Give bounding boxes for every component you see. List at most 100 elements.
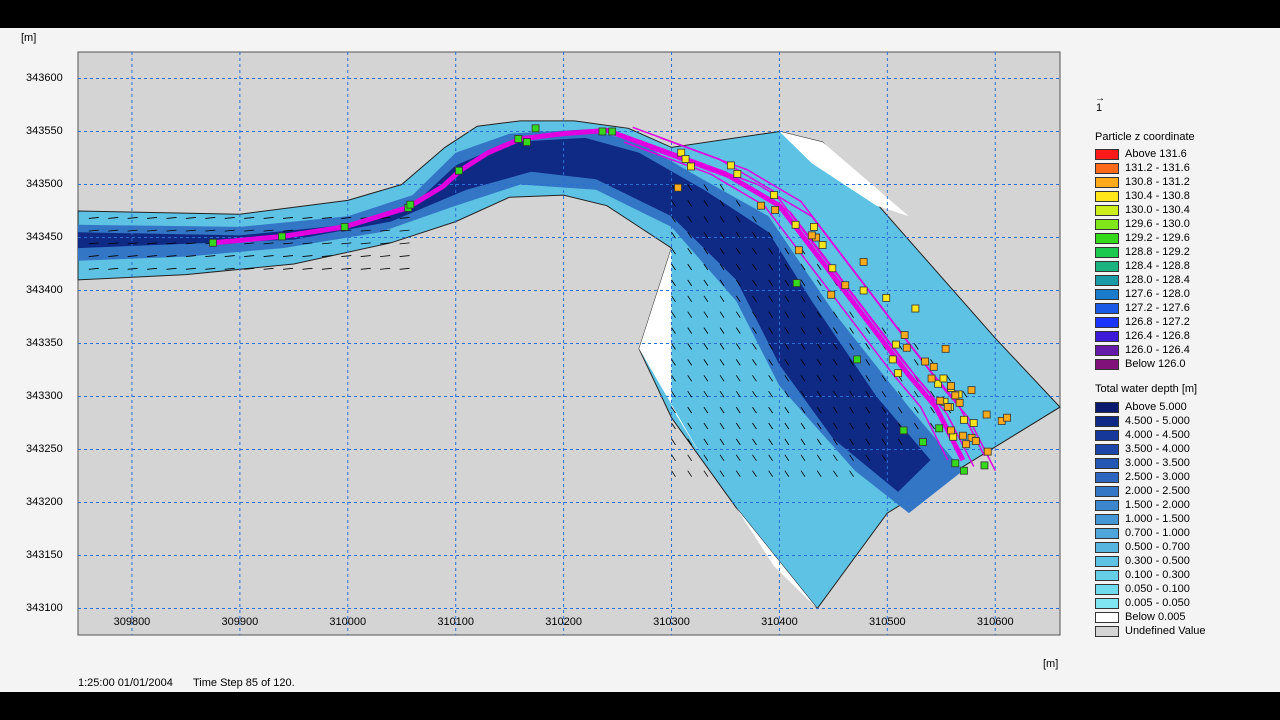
legend-label: 0.005 - 0.050 [1125,597,1190,609]
particle-orange [929,362,938,371]
legend-label: 130.0 - 130.4 [1125,204,1190,216]
y-tick-label: 343200 [26,495,63,508]
particle-yellow [882,294,891,302]
y-tick-label: 343100 [26,601,63,614]
legend-swatch [1095,500,1119,511]
legend-swatch [1095,556,1119,567]
particle-green [960,466,968,475]
legend-label: 130.8 - 131.2 [1125,176,1190,188]
particle-green [278,232,286,241]
particle-green [514,135,523,143]
particle-orange [807,231,816,240]
particle-green [608,127,617,136]
particle-yellow [726,161,735,170]
particle-green [340,222,349,231]
legend-label: 2.000 - 2.500 [1125,485,1190,497]
particle-yellow [892,340,900,349]
legend-swatch [1095,177,1119,188]
particle-green [523,138,531,147]
particle-orange [902,343,911,352]
particle-green [598,127,607,136]
legend-label: 128.0 - 128.4 [1125,274,1190,286]
particle-orange [827,290,836,299]
y-tick-label: 343150 [26,548,63,561]
legend-label: 4.500 - 5.000 [1125,415,1190,427]
particle-orange [921,357,930,366]
x-tick-label: 310400 [761,616,798,628]
particle-yellow [791,220,800,229]
particle-orange [958,431,967,440]
particle-orange [900,331,909,339]
legend-label: 130.4 - 130.8 [1125,190,1190,202]
particle-yellow [949,432,958,441]
particle-yellow [677,148,686,157]
legend-label: 126.4 - 126.8 [1125,330,1190,342]
legend-swatch [1095,486,1119,497]
legend-swatch [1095,303,1119,314]
legend-label: 3.500 - 4.000 [1125,443,1190,455]
particle-green [980,461,989,470]
legend-swatch [1095,416,1119,427]
legend-label: 0.700 - 1.000 [1125,527,1190,539]
particle-orange [859,257,868,266]
legend-label: 126.0 - 126.4 [1125,344,1190,356]
particle-yellow [828,264,837,273]
legend-label: 1.000 - 1.500 [1125,513,1190,525]
status-step: Time Step 85 of 120. [193,677,295,689]
legend-swatch [1095,598,1119,609]
legend-label: 3.000 - 3.500 [1125,457,1190,469]
legend-swatch [1095,233,1119,244]
legend-swatch [1095,458,1119,469]
particle-orange [757,201,765,210]
particle-green [899,426,908,435]
legend-swatch [1095,570,1119,581]
legend-swatch [1095,402,1119,413]
y-tick-label: 343350 [26,336,63,349]
particle-orange [955,398,964,407]
particle-yellow [681,155,690,163]
particle-orange [971,437,980,445]
particle-yellow [733,169,742,178]
particle-yellow [810,222,818,231]
legend-swatch [1095,247,1119,258]
legend-swatch [1095,261,1119,272]
x-tick-label: 310100 [437,616,475,628]
particle-green [406,200,415,209]
y-tick-label: 343250 [26,442,63,455]
legend-label: 0.100 - 0.300 [1125,569,1190,581]
legend-swatch [1095,317,1119,328]
legend-swatch [1095,542,1119,553]
legend-label: 126.8 - 127.2 [1125,316,1190,328]
legend-swatch [1095,275,1119,286]
particle-yellow [859,286,868,295]
legend-label: 0.050 - 0.100 [1125,583,1190,595]
particle-yellow [888,355,897,364]
particle-orange [983,447,992,456]
y-tick-label: 343500 [26,177,63,190]
particle-orange [951,391,960,400]
status-time: 1:25:00 01/01/2004 [78,677,173,689]
legend-label: 0.300 - 0.500 [1125,555,1190,567]
x-tick-label: 310600 [976,616,1014,628]
legend-swatch [1095,331,1119,342]
legend-label: 128.4 - 128.8 [1125,260,1190,272]
legend-swatch [1095,626,1119,637]
particle-yellow [818,241,827,249]
legend-swatch [1095,163,1119,174]
particle-orange [947,426,955,435]
legend-swatch [1095,205,1119,216]
legend-label: Above 5.000 [1125,401,1187,413]
particle-yellow [939,374,948,383]
x-tick-label: 310300 [653,616,690,628]
legend-label: 128.8 - 129.2 [1125,246,1190,258]
x-tick-label: 309900 [221,616,259,628]
particle-green [455,166,463,175]
particle-orange [936,396,945,405]
particle-green [935,424,944,433]
particle-orange [771,206,780,214]
map-plot[interactable] [0,0,1280,720]
legend-label: 4.000 - 4.500 [1125,429,1190,441]
particle-yellow [911,304,920,313]
legend-swatch [1095,528,1119,539]
legend-swatch [1095,149,1119,160]
